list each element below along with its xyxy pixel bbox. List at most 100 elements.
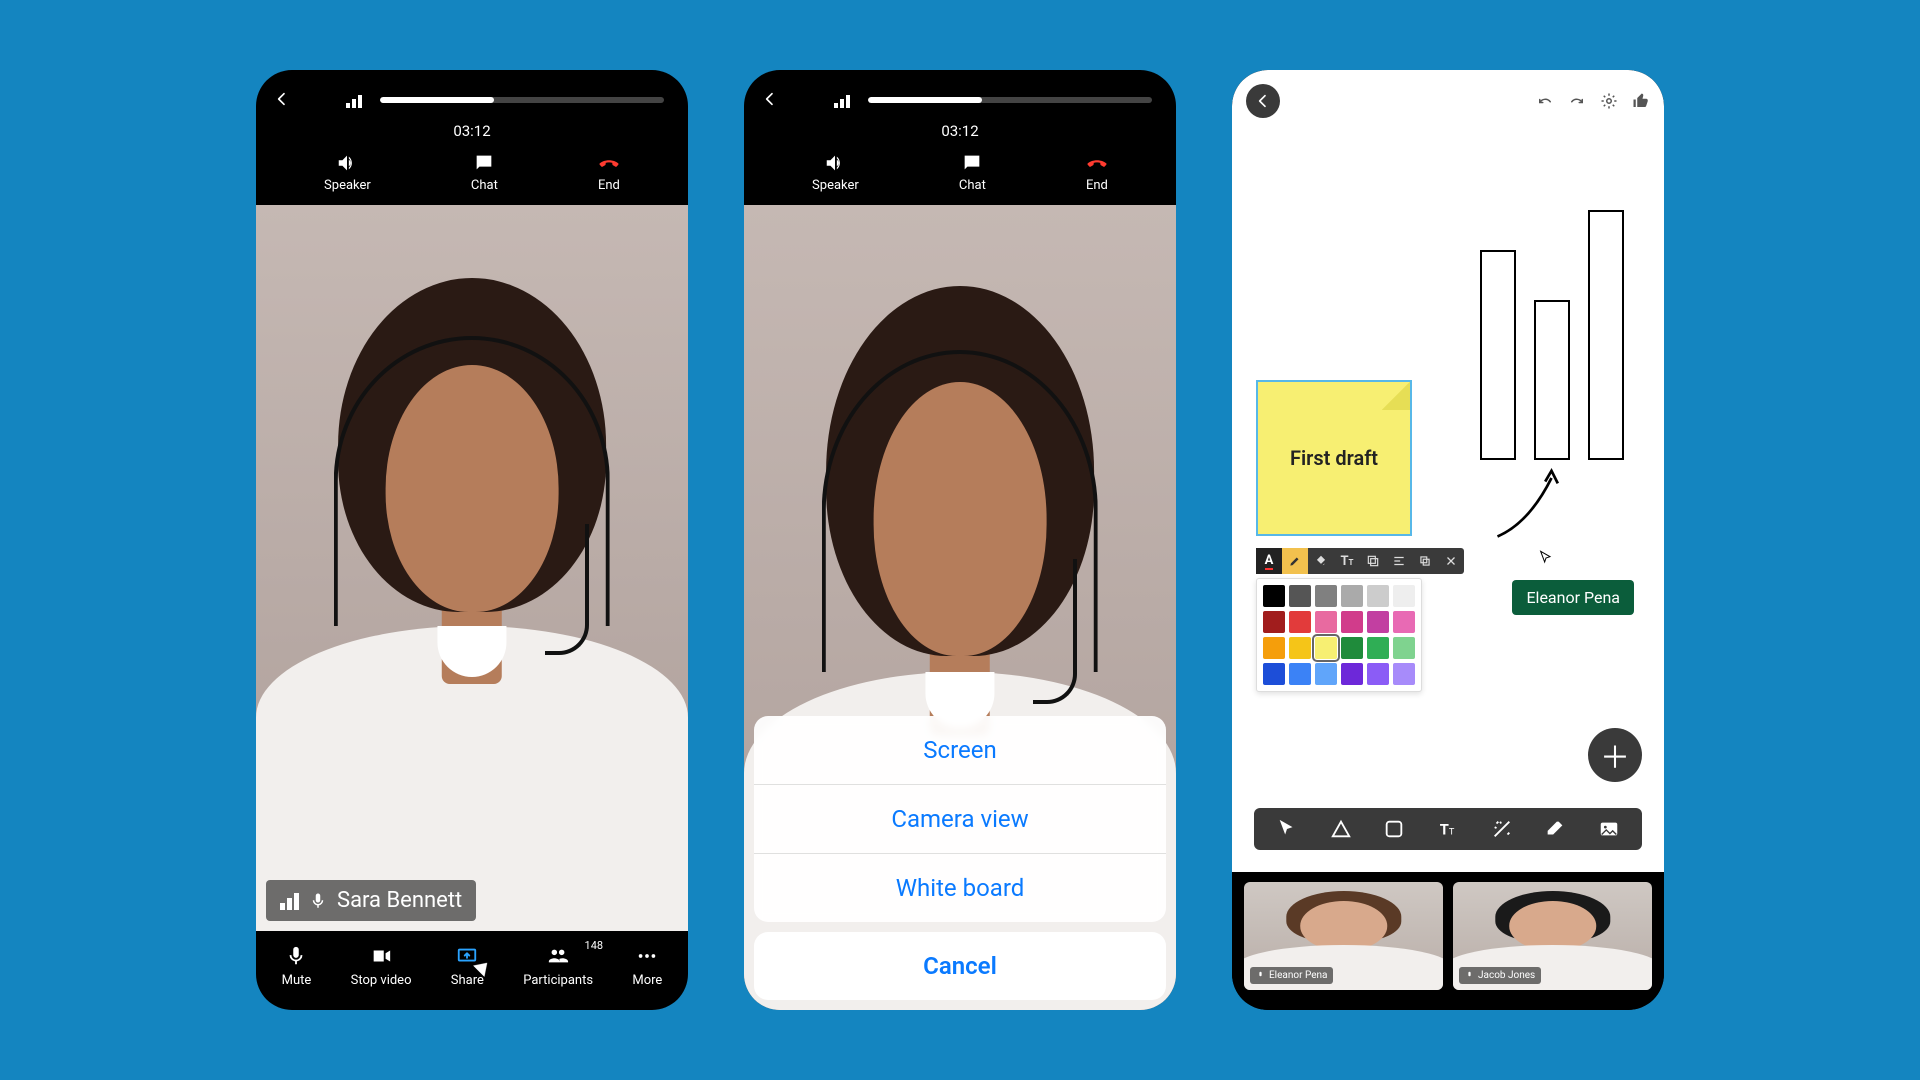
speaker-button[interactable]: Speaker (324, 152, 371, 193)
end-call-button[interactable]: End (1086, 152, 1108, 193)
share-label: Share (451, 973, 484, 988)
color-swatch[interactable] (1367, 611, 1389, 633)
remote-video-placeholder (256, 205, 688, 931)
share-button[interactable]: Share (451, 945, 484, 988)
thumb-name: Eleanor Pena (1269, 970, 1327, 981)
color-swatch[interactable] (1263, 611, 1285, 633)
sticky-tool-icon[interactable] (1383, 818, 1405, 840)
color-swatch[interactable] (1341, 663, 1363, 685)
highlight-button[interactable] (1282, 548, 1308, 574)
call-top-actions: Speaker Chat End (256, 146, 688, 205)
stop-video-button[interactable]: Stop video (351, 945, 412, 988)
remote-video: Screen Camera view White board Cancel (744, 205, 1176, 1010)
mute-button[interactable]: Mute (282, 945, 312, 988)
layer-button[interactable] (1412, 548, 1438, 574)
sketch-arrow[interactable] (1484, 460, 1574, 550)
color-swatch[interactable] (1263, 585, 1285, 607)
redo-icon[interactable] (1568, 92, 1586, 110)
color-swatch[interactable] (1315, 585, 1337, 607)
shape-triangle-icon[interactable] (1330, 818, 1352, 840)
call-bottom-bar: Mute Stop video Share 148 Participants M… (256, 931, 688, 1010)
thumbs-up-icon[interactable] (1632, 92, 1650, 110)
call-progress[interactable] (380, 97, 664, 103)
participant-thumbnails: Eleanor Pena Jacob Jones (1232, 872, 1664, 1010)
signal-icon (346, 92, 362, 108)
undo-icon[interactable] (1536, 92, 1554, 110)
svg-text:T: T (1440, 821, 1449, 839)
audio-level-icon (280, 892, 299, 910)
text-format-toolbar: A TT (1256, 548, 1464, 574)
participants-button[interactable]: 148 Participants (523, 945, 593, 988)
color-swatch[interactable] (1393, 663, 1415, 685)
back-button[interactable] (270, 88, 294, 112)
mic-icon (285, 945, 307, 967)
chat-icon (961, 152, 983, 174)
color-swatch[interactable] (1393, 637, 1415, 659)
share-cancel-button[interactable]: Cancel (754, 932, 1166, 1000)
color-swatch[interactable] (1341, 585, 1363, 607)
align-button[interactable] (1386, 548, 1412, 574)
color-swatch[interactable] (1315, 637, 1337, 659)
call-top-actions: Speaker Chat End (744, 146, 1176, 205)
share-camera-option[interactable]: Camera view (754, 784, 1166, 853)
fill-button[interactable] (1308, 548, 1334, 574)
speaker-label: Speaker (812, 178, 859, 193)
select-tool-icon[interactable] (1276, 818, 1298, 840)
color-swatch[interactable] (1341, 637, 1363, 659)
add-element-fab[interactable]: ＋ (1588, 728, 1642, 782)
text-color-button[interactable]: A (1256, 548, 1282, 574)
chat-icon (473, 152, 495, 174)
color-swatch[interactable] (1289, 637, 1311, 659)
more-button[interactable]: More (632, 945, 662, 988)
text-tool-icon[interactable]: TT (1437, 818, 1459, 840)
sketch-bars[interactable] (1480, 210, 1624, 460)
whiteboard-canvas[interactable]: First draft A TT Eleanor Pena ＋ T (1232, 70, 1664, 872)
settings-icon[interactable] (1600, 92, 1618, 110)
end-label: End (1086, 178, 1108, 193)
remote-video: Sara Bennett (256, 205, 688, 931)
color-swatch[interactable] (1393, 585, 1415, 607)
color-swatch[interactable] (1341, 611, 1363, 633)
end-call-icon (598, 152, 620, 174)
color-swatch[interactable] (1393, 611, 1415, 633)
speaker-button[interactable]: Speaker (812, 152, 859, 193)
participant-thumb-2[interactable]: Jacob Jones (1453, 882, 1652, 990)
chat-button[interactable]: Chat (959, 152, 986, 193)
speaker-icon (824, 152, 846, 174)
end-call-button[interactable]: End (598, 152, 620, 193)
text-size-button[interactable]: TT (1334, 548, 1360, 574)
color-swatch[interactable] (1367, 585, 1389, 607)
back-button[interactable] (758, 88, 782, 112)
signal-icon (834, 92, 850, 108)
color-swatch[interactable] (1315, 611, 1337, 633)
more-label: More (632, 973, 662, 988)
share-whiteboard-option[interactable]: White board (754, 853, 1166, 922)
color-swatch[interactable] (1367, 637, 1389, 659)
color-swatch[interactable] (1289, 585, 1311, 607)
participant-name-tag: Sara Bennett (266, 880, 476, 921)
speaker-icon (336, 152, 358, 174)
magic-tool-icon[interactable] (1491, 818, 1513, 840)
share-screen-option[interactable]: Screen (754, 716, 1166, 784)
copy-button[interactable] (1360, 548, 1386, 574)
participant-thumb-1[interactable]: Eleanor Pena (1244, 882, 1443, 990)
color-swatch[interactable] (1263, 637, 1285, 659)
color-swatch[interactable] (1315, 663, 1337, 685)
sticky-note[interactable]: First draft (1256, 380, 1412, 536)
color-swatch[interactable] (1289, 611, 1311, 633)
color-swatch[interactable] (1263, 663, 1285, 685)
chat-button[interactable]: Chat (471, 152, 498, 193)
eraser-tool-icon[interactable] (1544, 818, 1566, 840)
call-progress[interactable] (868, 97, 1152, 103)
cursor-icon (477, 959, 493, 975)
more-icon (636, 945, 658, 967)
color-swatch[interactable] (1289, 663, 1311, 685)
close-format-button[interactable] (1438, 548, 1464, 574)
sticky-text: First draft (1290, 446, 1378, 470)
participant-name: Sara Bennett (337, 888, 462, 913)
color-swatch[interactable] (1367, 663, 1389, 685)
image-tool-icon[interactable] (1598, 818, 1620, 840)
call-topbar (256, 70, 688, 118)
whiteboard-back-button[interactable] (1246, 84, 1280, 118)
remote-cursor-icon (1538, 550, 1554, 566)
